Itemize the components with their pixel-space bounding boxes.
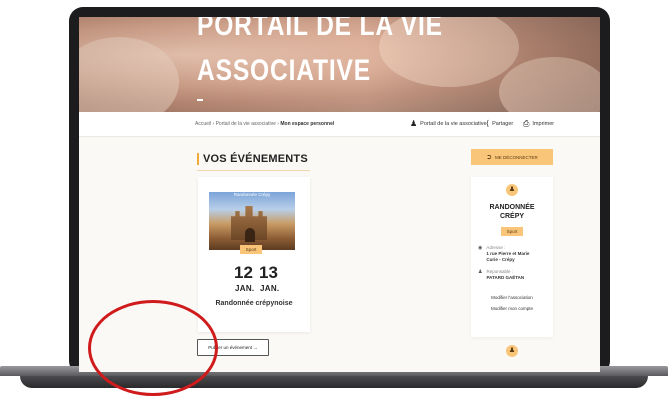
event-image[interactable]	[209, 192, 295, 250]
breadcrumb-separator: ›	[277, 121, 279, 127]
event-day-end: 13	[259, 263, 278, 282]
association-name: RANDONNÉE CRÉPY	[471, 203, 553, 221]
logout-icon: ➲	[486, 154, 493, 161]
print-button[interactable]: ⎙ Imprimer	[523, 119, 554, 129]
person-icon: ♟	[478, 269, 483, 275]
portal-link[interactable]: ♟ Portail de la vie associative	[410, 119, 487, 128]
event-day-start: 12	[234, 263, 253, 282]
castle-gate	[245, 228, 255, 242]
association-name-line1: RANDONNÉE	[489, 204, 535, 211]
event-month-start: JAN.	[235, 284, 255, 293]
event-category-badge: Sport	[240, 245, 262, 254]
manager-value: PATARD GAËTAN	[486, 275, 525, 280]
share-icon: ⟨	[486, 119, 490, 128]
breadcrumb: Accueil › Portail de la vie associative …	[195, 121, 334, 127]
hero-dash	[197, 99, 203, 101]
breadcrumb-home[interactable]: Accueil	[195, 121, 211, 127]
association-avatar-icon: ♟	[506, 184, 518, 196]
edit-association-link[interactable]: Modifier l'association	[471, 295, 553, 300]
breadcrumb-bar	[79, 112, 600, 137]
event-name[interactable]: Randonnée crépynoise	[198, 300, 310, 307]
edit-account-link[interactable]: Modifier mon compte	[471, 306, 553, 311]
share-label: Partager	[492, 120, 514, 127]
association-name-line2: CRÉPY	[499, 213, 525, 220]
address-line2: Curie - Crépy	[486, 257, 515, 262]
breadcrumb-current: Mon espace personnel	[280, 121, 335, 127]
event-image-caption: Randonnée Crépy	[233, 192, 271, 197]
hero-title-line2: ASSOCIATIVE	[197, 54, 371, 87]
annotation-circle	[88, 300, 218, 396]
association-category-badge: Sport	[501, 227, 523, 236]
breadcrumb-separator: ›	[212, 121, 215, 127]
manager-block: ♟ Reponsable : PATARD GAËTAN	[478, 269, 524, 281]
hero-title-line1: PORTAIL DE LA VIE	[197, 17, 443, 42]
print-label: Imprimer	[532, 121, 555, 127]
user-icon: ♟	[410, 119, 418, 128]
breadcrumb-parent[interactable]: Portail de la vie associative	[216, 121, 276, 127]
event-month-end: JAN.	[260, 284, 280, 293]
logout-label: ME DÉCONNECTER	[495, 154, 538, 160]
logout-button[interactable]: ➲ ME DÉCONNECTER	[471, 149, 553, 165]
location-pin-icon: ◉	[478, 245, 483, 251]
print-icon: ⎙	[523, 119, 530, 128]
section-divider	[197, 170, 310, 171]
address-block: ◉ Adresse : 1 rue Pierre et Marie Curie …	[478, 245, 529, 263]
share-button[interactable]: ⟨ Partager	[486, 119, 513, 128]
events-section-title: VOS ÉVÉNEMENTS	[197, 153, 308, 165]
portal-link-label: Portail de la vie associative	[420, 120, 487, 127]
user-avatar-icon: ♟	[506, 345, 518, 357]
